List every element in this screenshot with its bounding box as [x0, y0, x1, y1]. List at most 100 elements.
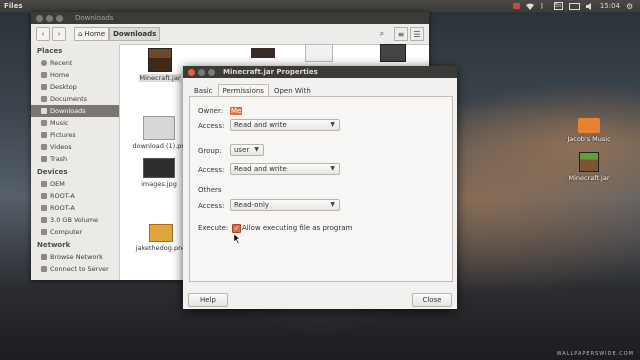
app-title: Files: [4, 2, 23, 10]
settings-gear-icon[interactable]: ⚙: [626, 2, 634, 10]
dialog-title: Minecraft.jar Properties: [223, 68, 318, 76]
sidebar-item-oem[interactable]: OEM: [31, 178, 119, 190]
close-window-icon[interactable]: [36, 14, 43, 22]
sidebar-item-desktop[interactable]: Desktop: [31, 81, 119, 93]
execute-checkbox-label[interactable]: Allow executing file as program: [242, 224, 352, 232]
group-value: user: [234, 146, 250, 154]
dialog-titlebar[interactable]: Minecraft.jar Properties: [183, 66, 457, 78]
sidebar-item-volume[interactable]: 3.0 GB Volume: [31, 214, 119, 226]
camera-icon[interactable]: [512, 3, 520, 9]
group-access-select[interactable]: Read and write ▼: [230, 163, 340, 175]
sidebar-item-label: Recent: [50, 59, 73, 67]
image-thumbnail-icon: [143, 158, 175, 178]
sidebar-item-downloads[interactable]: Downloads: [31, 105, 119, 117]
sidebar-item-music[interactable]: Music: [31, 117, 119, 129]
file-item-hidden-2[interactable]: [290, 44, 348, 64]
sidebar-item-label: Home: [50, 71, 70, 79]
sidebar-item-home[interactable]: Home: [31, 69, 119, 81]
properties-dialog: Minecraft.jar Properties Basic Permissio…: [183, 66, 457, 309]
breadcrumb-downloads-label: Downloads: [113, 30, 157, 38]
sidebar-item-label: Computer: [50, 228, 83, 236]
sidebar-item-computer[interactable]: Computer: [31, 226, 119, 238]
breadcrumb-downloads[interactable]: Downloads: [109, 27, 161, 41]
sidebar-item-root-a[interactable]: ROOT-A: [31, 190, 119, 202]
sidebar-item-label: 3.0 GB Volume: [50, 216, 99, 224]
chevron-down-icon: ▼: [330, 201, 335, 208]
menu-button[interactable]: ☰: [410, 27, 424, 41]
group-access-value: Read and write: [234, 165, 287, 173]
chevron-down-icon: ▼: [330, 121, 335, 128]
group-label: Group:: [198, 147, 222, 155]
sidebar-item-videos[interactable]: Videos: [31, 141, 119, 153]
sidebar-item-root-a-2[interactable]: ROOT-A: [31, 202, 119, 214]
download-icon: [41, 108, 47, 114]
battery-icon[interactable]: [568, 2, 580, 10]
file-item-hidden-1[interactable]: [234, 48, 292, 60]
search-button[interactable]: ⌕: [376, 28, 388, 40]
desktop-item-jacobs-music[interactable]: Jacob's Music: [564, 118, 614, 143]
sidebar-item-documents[interactable]: Documents: [31, 93, 119, 105]
breadcrumb-home-label: Home: [84, 30, 106, 38]
close-button[interactable]: Close: [412, 293, 452, 307]
minecraft-block-icon: [579, 152, 599, 172]
others-access-select[interactable]: Read-only ▼: [230, 199, 340, 211]
back-button[interactable]: ‹: [36, 27, 50, 41]
image-thumbnail-icon: [380, 44, 406, 62]
file-name: download (1).pn: [132, 142, 186, 150]
sidebar-item-recent[interactable]: Recent: [31, 57, 119, 69]
file-item-images[interactable]: images.jpg: [130, 158, 188, 188]
minimize-dialog-icon[interactable]: [198, 68, 205, 76]
files-toolbar: ‹ › ⌂ Home Downloads ⌕ ≡ ☰: [31, 24, 429, 45]
video-icon: [41, 144, 47, 150]
drive-icon: [41, 181, 47, 187]
chevron-left-icon: ‹: [41, 30, 45, 38]
sidebar-item-label: Videos: [50, 143, 72, 151]
file-name: jakethedog.png: [135, 244, 187, 252]
sidebar-item-browse-network[interactable]: Browse Network: [31, 251, 119, 263]
breadcrumb-home[interactable]: ⌂ Home: [74, 27, 110, 41]
file-item-jakethedog[interactable]: jakethedog.png: [132, 224, 190, 252]
places-heading: Places: [37, 47, 63, 55]
mouse-cursor-icon: [233, 233, 241, 246]
drive-icon: [41, 193, 47, 199]
maximize-dialog-icon[interactable]: [208, 68, 215, 76]
others-label: Others: [198, 186, 222, 194]
help-button[interactable]: Help: [188, 293, 228, 307]
minimize-window-icon[interactable]: [46, 14, 53, 22]
file-item-download[interactable]: download (1).pn: [130, 116, 188, 150]
image-thumbnail-icon: [143, 116, 175, 140]
close-dialog-icon[interactable]: [188, 68, 195, 76]
bluetooth-icon[interactable]: ᛒ: [540, 2, 548, 10]
file-item-minecraft[interactable]: Minecraft.jar: [131, 48, 189, 82]
top-panel: Files ᛒ En 15:04 ⚙: [0, 0, 640, 12]
execute-checkbox[interactable]: ✓: [232, 224, 241, 233]
forward-button[interactable]: ›: [52, 27, 66, 41]
group-select[interactable]: user ▼: [230, 144, 264, 156]
sidebar-item-trash[interactable]: Trash: [31, 153, 119, 165]
image-thumbnail-icon: [149, 224, 173, 242]
owner-access-value: Read and write: [234, 121, 287, 129]
list-view-button[interactable]: ≡: [394, 27, 408, 41]
sidebar-item-pictures[interactable]: Pictures: [31, 129, 119, 141]
owner-access-select[interactable]: Read and write ▼: [230, 119, 340, 131]
sidebar-item-connect-server[interactable]: Connect to Server: [31, 263, 119, 275]
sidebar-item-label: Documents: [50, 95, 88, 103]
trash-icon: [41, 156, 47, 162]
clock[interactable]: 15:04: [600, 2, 620, 10]
pictures-icon: [41, 132, 47, 138]
file-item-hidden-3[interactable]: [364, 44, 422, 64]
permissions-panel: Owner: Me Access: Read and write ▼ Group…: [189, 96, 453, 282]
volume-icon[interactable]: [585, 2, 594, 10]
drive-icon: [41, 205, 47, 211]
sidebar-item-label: Downloads: [50, 107, 86, 115]
maximize-window-icon[interactable]: [56, 14, 63, 22]
wifi-icon[interactable]: [525, 3, 534, 10]
desktop-item-label: Jacob's Music: [567, 135, 611, 143]
files-titlebar[interactable]: Downloads: [31, 12, 429, 24]
folder-icon: [578, 118, 600, 133]
desktop-item-minecraft[interactable]: Minecraft.jar: [564, 152, 614, 182]
file-name: Minecraft.jar: [139, 74, 181, 82]
sidebar-item-label: Pictures: [50, 131, 76, 139]
keyboard-layout-icon[interactable]: En: [553, 2, 563, 10]
sidebar-item-label: ROOT-A: [50, 204, 75, 212]
